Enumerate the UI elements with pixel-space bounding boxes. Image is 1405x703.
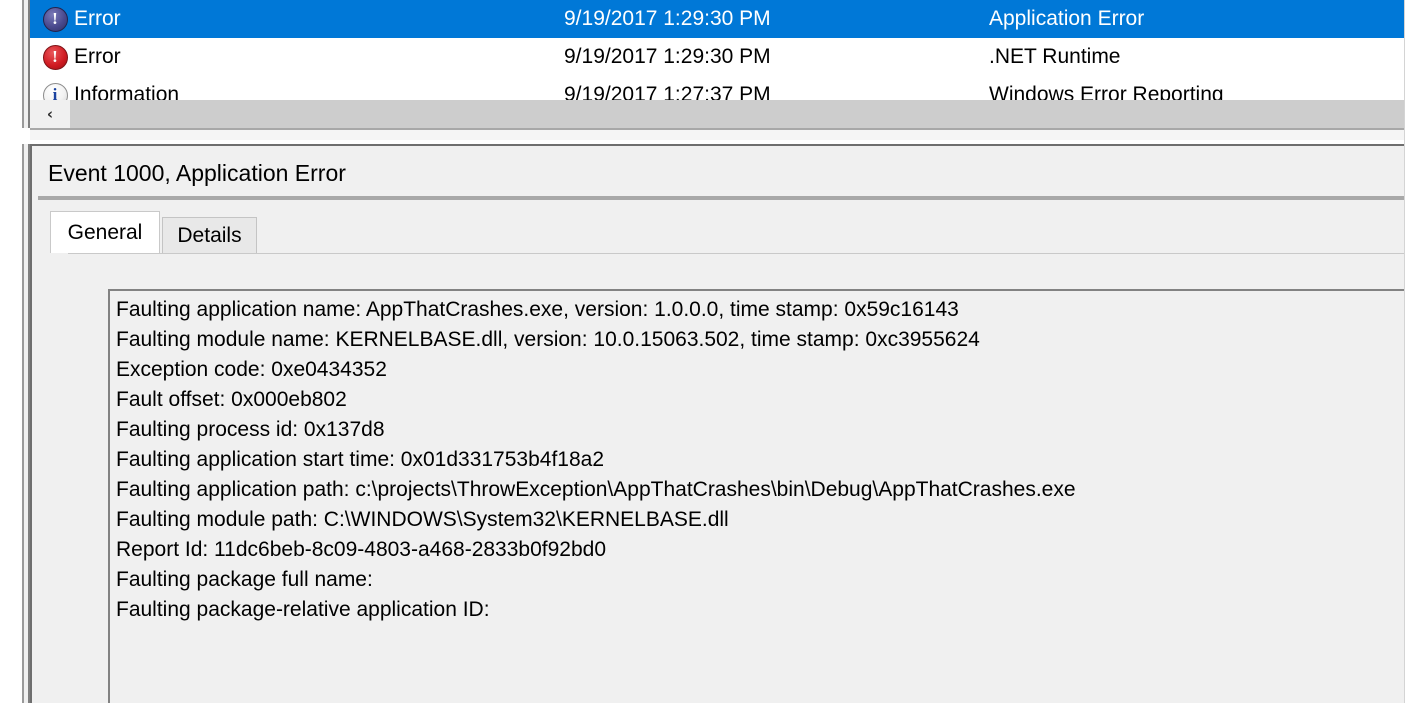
- table-row[interactable]: ! Error 9/19/2017 1:29:30 PM Application…: [30, 0, 1405, 38]
- cell-source: .NET Runtime: [989, 45, 1405, 69]
- cell-date: 9/19/2017 1:27:37 PM: [564, 83, 989, 100]
- tab-details[interactable]: Details: [162, 217, 257, 253]
- information-icon: i: [43, 83, 68, 101]
- description-line: Faulting application start time: 0x01d33…: [116, 445, 1405, 475]
- event-detail-pane: Event 1000, Application Error General De…: [30, 144, 1405, 703]
- event-viewer-window: ! Error 9/19/2017 1:29:30 PM Application…: [0, 0, 1405, 703]
- cell-date: 9/19/2017 1:29:30 PM: [564, 7, 989, 31]
- window-left-margin: [0, 0, 22, 703]
- level-icon-cell: !: [36, 45, 74, 70]
- event-list[interactable]: ! Error 9/19/2017 1:29:30 PM Application…: [30, 0, 1405, 100]
- cell-source: Application Error: [989, 7, 1405, 31]
- error-icon: !: [43, 7, 68, 32]
- description-line: Faulting module path: C:\WINDOWS\System3…: [116, 505, 1405, 535]
- detail-pane-left-border: [30, 146, 32, 703]
- cell-level: Error: [74, 45, 564, 69]
- event-description-text: Faulting application name: AppThatCrashe…: [116, 295, 1405, 625]
- cell-level: Information: [74, 83, 564, 100]
- description-line: Fault offset: 0x000eb802: [116, 385, 1405, 415]
- cell-level: Error: [74, 7, 564, 31]
- description-line: Faulting process id: 0x137d8: [116, 415, 1405, 445]
- description-line: Exception code: 0xe0434352: [116, 355, 1405, 385]
- pane-splitter[interactable]: [0, 128, 1405, 144]
- level-icon-cell: !: [36, 7, 74, 32]
- level-icon-cell: i: [36, 83, 74, 101]
- event-description-textbox[interactable]: Faulting application name: AppThatCrashe…: [108, 289, 1405, 703]
- tab-general[interactable]: General: [50, 211, 160, 253]
- cell-source: Windows Error Reporting: [989, 83, 1405, 100]
- error-icon: !: [43, 45, 68, 70]
- tab-panel-general: Faulting application name: AppThatCrashe…: [68, 253, 1405, 703]
- description-line: Report Id: 11dc6beb-8c09-4803-a468-2833b…: [116, 535, 1405, 565]
- description-line: Faulting package full name:: [116, 565, 1405, 595]
- table-row[interactable]: ! Error 9/19/2017 1:29:30 PM .NET Runtim…: [30, 38, 1405, 76]
- description-line: Faulting application name: AppThatCrashe…: [116, 295, 1405, 325]
- event-list-horizontal-scrollbar[interactable]: ‹: [30, 100, 1405, 128]
- table-row[interactable]: i Information 9/19/2017 1:27:37 PM Windo…: [30, 76, 1405, 100]
- title-divider: [38, 196, 1405, 200]
- detail-tabstrip: General Details: [50, 211, 1405, 253]
- page-title: Event 1000, Application Error: [48, 160, 346, 187]
- chevron-left-icon[interactable]: ‹: [30, 100, 70, 128]
- cell-date: 9/19/2017 1:29:30 PM: [564, 45, 989, 69]
- description-line: Faulting module name: KERNELBASE.dll, ve…: [116, 325, 1405, 355]
- splitter-surface: [30, 130, 1405, 140]
- description-line: Faulting application path: c:\projects\T…: [116, 475, 1405, 505]
- description-line: Faulting package-relative application ID…: [116, 595, 1405, 625]
